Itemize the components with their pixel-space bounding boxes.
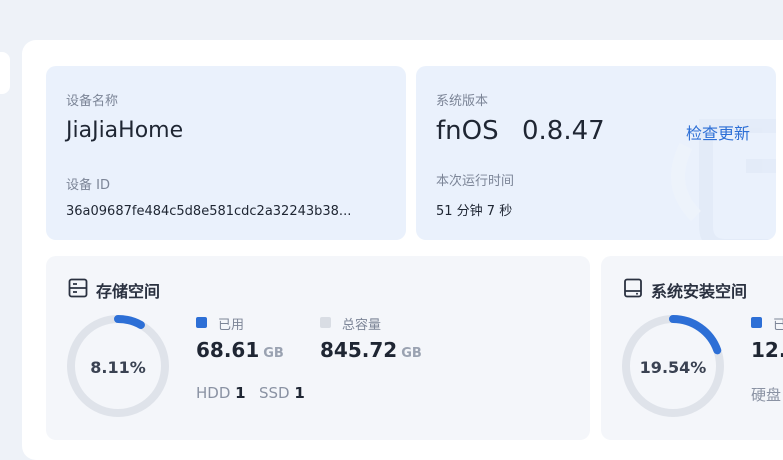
system-disk-label: 硬盘 (751, 386, 782, 404)
total-label: 总容量 (342, 318, 382, 333)
check-update-link[interactable]: 检查更新 (686, 120, 750, 144)
system-install-title: 系统安装空间 (651, 282, 748, 301)
used-unit: GB (263, 346, 284, 361)
used-legend-dot (196, 317, 207, 328)
ssd-number: 1 (294, 384, 305, 402)
storage-percent: 8.11% (90, 358, 146, 377)
system-install-storage-card[interactable]: 系统安装空间 19.54% 已 12.2 硬盘 (601, 256, 783, 440)
storage-icon (68, 278, 88, 298)
os-version: 0.8.47 (522, 116, 605, 146)
total-value: 845.72 (320, 338, 398, 362)
hdd-count: HDD 1 (196, 384, 246, 402)
device-id: 36a09687fe484c5d8e581cdc2a32243b38... (66, 204, 352, 219)
total-value-group: 845.72 GB (320, 338, 422, 362)
ssd-label: SSD (259, 384, 290, 402)
ssd-count: SSD 1 (259, 384, 305, 402)
system-version-label: 系统版本 (436, 94, 489, 109)
os-name: fnOS (436, 116, 499, 146)
total-legend-dot (320, 317, 331, 328)
system-used-value: 12.2 (751, 338, 783, 362)
used-value-group: 68.61 GB (196, 338, 284, 362)
device-id-label: 设备 ID (66, 178, 110, 193)
system-version-card: 系统版本 fnOS 0.8.47 检查更新 本次运行时间 51 分钟 7 秒 (416, 66, 776, 240)
used-value: 68.61 (196, 338, 260, 362)
hard-disk-icon (624, 278, 642, 298)
storage-card[interactable]: 存储空间 8.11% 已用 68.61 GB 总容量 845.72 GB HDD 1… (46, 256, 590, 440)
device-info-card: 设备名称 JiaJiaHome 设备 ID 36a09687fe484c5d8e… (46, 66, 406, 240)
sidebar-edge (0, 52, 10, 94)
system-used-legend-dot (751, 317, 762, 328)
device-name-label: 设备名称 (66, 94, 119, 109)
system-used-label: 已 (773, 318, 783, 333)
uptime-value: 51 分钟 7 秒 (436, 204, 513, 219)
storage-title: 存储空间 (96, 282, 161, 301)
uptime-label: 本次运行时间 (436, 174, 515, 189)
hdd-number: 1 (235, 384, 246, 402)
device-name: JiaJiaHome (66, 118, 184, 143)
system-percent: 19.54% (639, 358, 707, 377)
hdd-label: HDD (196, 384, 231, 402)
total-unit: GB (401, 346, 422, 361)
used-label: 已用 (218, 318, 245, 333)
